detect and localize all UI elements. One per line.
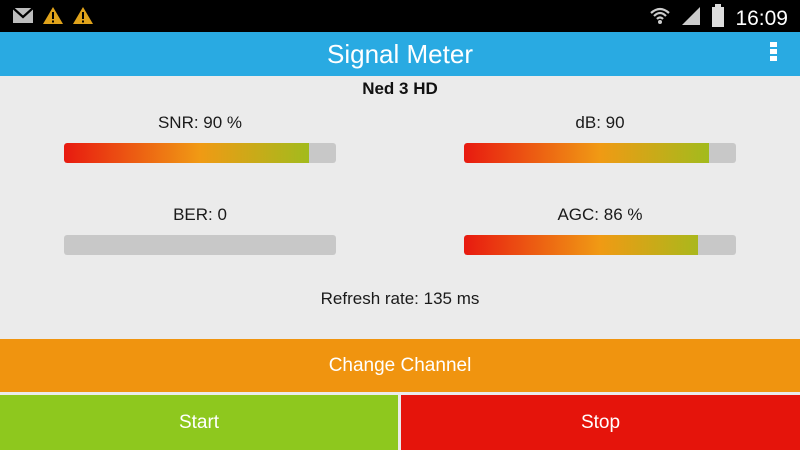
- status-bar: 16:09: [0, 0, 800, 32]
- start-button[interactable]: Start: [0, 395, 398, 450]
- snr-bar-fill: [64, 143, 309, 163]
- ber-label: BER: 0: [173, 205, 227, 224]
- agc-bar-fill: [464, 235, 698, 255]
- stop-button[interactable]: Stop: [401, 395, 800, 450]
- warning-icon: [42, 6, 64, 30]
- notification-icons: [12, 6, 94, 30]
- system-status: 16:09: [649, 4, 788, 33]
- wifi-icon: [649, 5, 671, 32]
- db-label: dB: 90: [575, 113, 625, 132]
- change-channel-button[interactable]: Change Channel: [0, 339, 800, 392]
- signal-meter-screen: 16:09 Signal Meter Ned 3 HD SNR: 90 % dB…: [0, 0, 800, 450]
- gmail-icon: [12, 7, 34, 29]
- action-bar: Signal Meter: [0, 32, 800, 76]
- snr-bar: [64, 143, 336, 163]
- ber-bar: [64, 235, 336, 255]
- agc-meter: AGC: 86 %: [464, 204, 736, 255]
- db-bar-fill: [464, 143, 709, 163]
- snr-label: SNR: 90 %: [157, 113, 243, 132]
- overflow-menu-icon[interactable]: [766, 42, 780, 64]
- warning-icon: [72, 6, 94, 30]
- db-meter: dB: 90: [464, 112, 736, 163]
- refresh-rate: Refresh rate: 135 ms: [320, 289, 480, 308]
- channel-name: Ned 3 HD: [362, 79, 438, 98]
- clock: 16:09: [735, 6, 788, 30]
- db-bar: [464, 143, 736, 163]
- signal-icon: [681, 5, 701, 32]
- snr-meter: SNR: 90 %: [64, 112, 336, 163]
- ber-meter: BER: 0: [64, 204, 336, 255]
- agc-bar: [464, 235, 736, 255]
- agc-label: AGC: 86 %: [557, 205, 643, 224]
- app-title: Signal Meter: [327, 39, 473, 69]
- battery-icon: [711, 4, 725, 33]
